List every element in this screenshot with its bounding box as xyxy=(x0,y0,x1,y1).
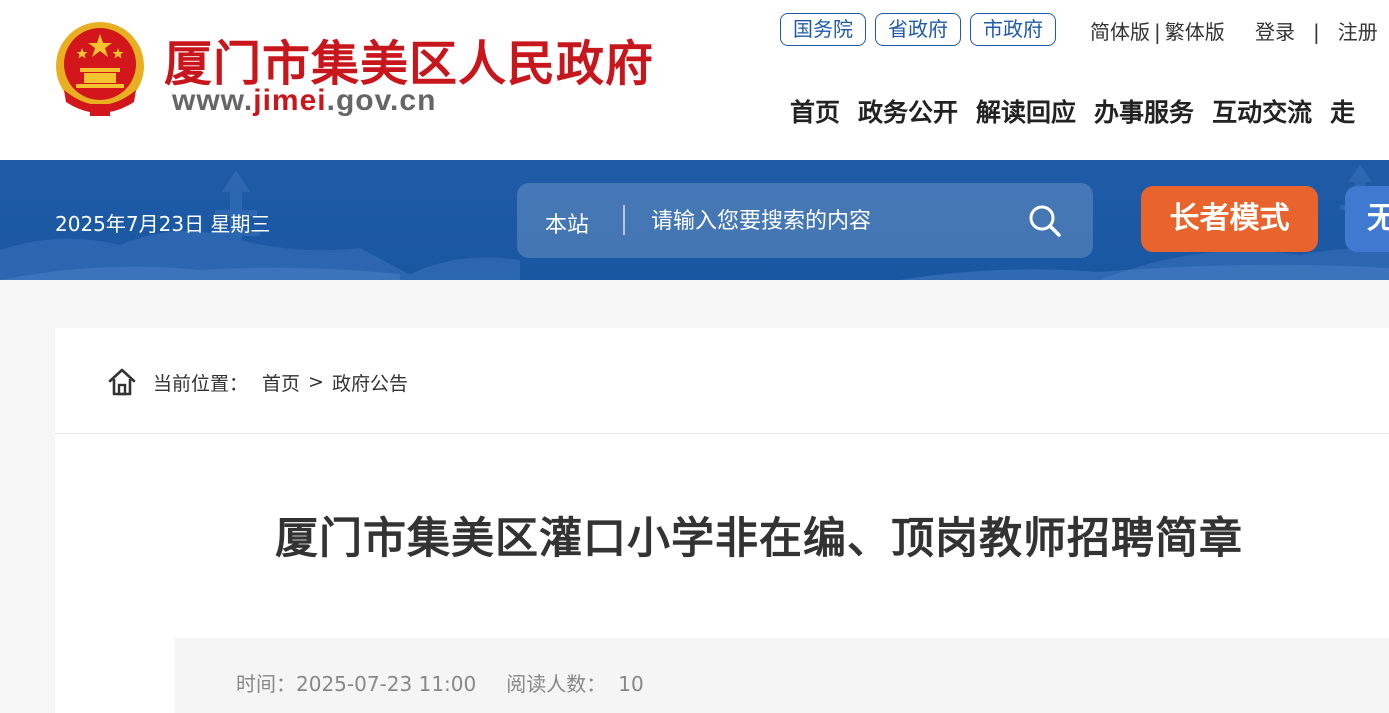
current-date: 2025年7月23日 星期三 xyxy=(55,212,271,236)
site-url: www.jimei.gov.cn xyxy=(172,84,436,118)
link-provincial-gov[interactable]: 省政府 xyxy=(875,13,961,46)
lang-separator: | xyxy=(1154,20,1161,44)
top-links: 国务院 省政府 市政府 xyxy=(780,13,1056,46)
publish-time: 2025-07-23 11:00 xyxy=(296,672,477,696)
auth-links: 登录 | 注册 xyxy=(1255,16,1378,45)
meta-text: 时间：2025-07-23 11:00 阅读人数： 10 xyxy=(236,668,644,697)
article-title: 厦门市集美区灌口小学非在编、顶岗教师招聘简章 xyxy=(275,514,1243,564)
nav-gov-affairs[interactable]: 政务公开 xyxy=(858,93,958,129)
article-container: 当前位置： 首页 > 政府公告 厦门市集美区灌口小学非在编、顶岗教师招聘简章 时… xyxy=(55,328,1389,713)
nav-home[interactable]: 首页 xyxy=(790,93,840,129)
breadcrumb-separator: > xyxy=(308,371,324,393)
link-city-gov[interactable]: 市政府 xyxy=(970,13,1056,46)
divider xyxy=(55,433,1389,434)
breadcrumb-gov-notice[interactable]: 政府公告 xyxy=(332,369,408,396)
article-meta: 时间：2025-07-23 11:00 阅读人数： 10 xyxy=(175,638,1389,713)
nav-more[interactable]: 走 xyxy=(1330,93,1355,129)
language-switcher: 简体版 | 繁体版 xyxy=(1090,16,1225,45)
link-state-council[interactable]: 国务院 xyxy=(780,13,866,46)
search-divider xyxy=(623,205,625,235)
breadcrumb-label: 当前位置： xyxy=(153,372,249,395)
accessibility-button[interactable]: 无 xyxy=(1345,186,1389,252)
site-url-suffix: .gov.cn xyxy=(326,84,437,117)
elder-mode-button[interactable]: 长者模式 xyxy=(1141,186,1318,252)
auth-separator: | xyxy=(1313,20,1320,44)
time-label: 时间： xyxy=(236,672,296,696)
site-header: 厦门市集美区人民政府 www.jimei.gov.cn 国务院 省政府 市政府 … xyxy=(0,0,1389,160)
search-banner: 2025年7月23日 星期三 本站 长者模式 无 xyxy=(0,160,1389,280)
main-nav: 首页 政务公开 解读回应 办事服务 互动交流 走 xyxy=(790,93,1355,129)
home-icon[interactable] xyxy=(107,367,137,397)
site-url-prefix: www. xyxy=(172,84,254,117)
search-scope-selector[interactable]: 本站 xyxy=(545,207,589,239)
national-emblem-icon[interactable] xyxy=(54,20,146,118)
nav-interaction[interactable]: 互动交流 xyxy=(1212,93,1312,129)
lang-simplified[interactable]: 简体版 xyxy=(1090,16,1150,45)
search-input[interactable] xyxy=(651,201,1011,241)
nav-services[interactable]: 办事服务 xyxy=(1094,93,1194,129)
reads-label: 阅读人数： xyxy=(506,672,607,696)
search-box: 本站 xyxy=(517,183,1093,258)
lang-traditional[interactable]: 繁体版 xyxy=(1165,16,1225,45)
breadcrumb: 当前位置： 首页 > 政府公告 xyxy=(107,366,408,398)
site-url-accent: jimei xyxy=(253,84,327,117)
nav-interpretation[interactable]: 解读回应 xyxy=(976,93,1076,129)
register-link[interactable]: 注册 xyxy=(1338,20,1378,44)
login-link[interactable]: 登录 xyxy=(1255,20,1295,44)
breadcrumb-home[interactable]: 首页 xyxy=(262,369,300,396)
read-count: 10 xyxy=(618,672,644,696)
search-icon[interactable] xyxy=(1027,203,1063,239)
